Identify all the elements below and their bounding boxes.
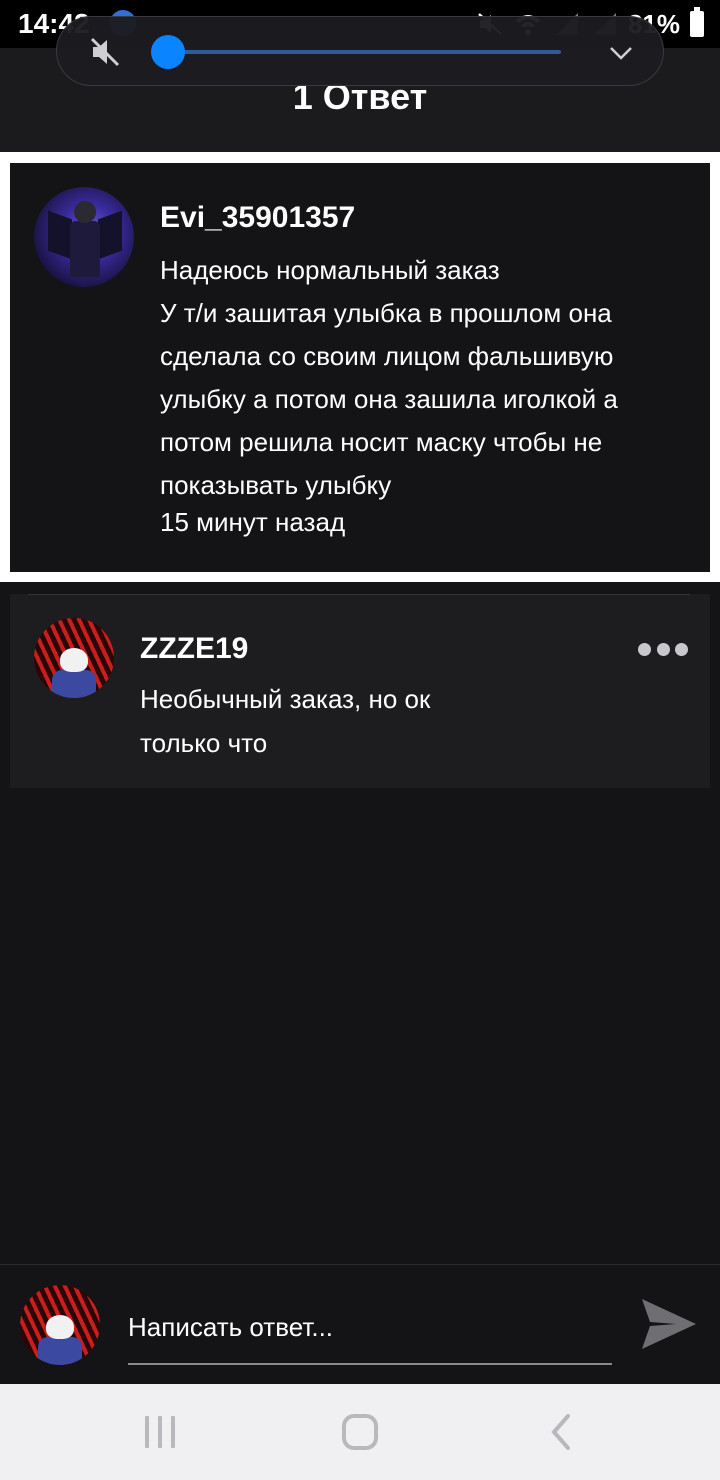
recent-apps-button[interactable]	[140, 1412, 180, 1452]
home-icon[interactable]	[340, 1412, 380, 1452]
system-nav-bar	[0, 1384, 720, 1480]
avatar[interactable]	[34, 187, 134, 287]
reply-composer	[0, 1264, 720, 1385]
comment-author[interactable]: Evi_35901357	[160, 201, 355, 235]
recent-apps-icon[interactable]	[140, 1412, 180, 1452]
reply-text: Необычный заказ, но ок	[140, 684, 431, 714]
comment-line: показывать улыбку	[160, 470, 392, 500]
more-dots-icon[interactable]	[638, 642, 688, 656]
comment-timestamp: 15 минут назад	[160, 507, 346, 537]
reply-input[interactable]	[128, 1305, 612, 1365]
battery-icon	[690, 7, 704, 37]
comment-line: улыбку а потом она зашила иголкой а	[160, 384, 618, 414]
volume-slider-track[interactable]	[167, 50, 561, 54]
original-comment: Evi_35901357 Надеюсь нормальный заказ У …	[10, 163, 710, 572]
comment-line: Надеюсь нормальный заказ	[160, 255, 500, 285]
comment-text: Надеюсь нормальный заказ У т/и зашитая у…	[160, 249, 680, 507]
reply-author[interactable]: ZZZE19	[140, 632, 248, 666]
avatar	[20, 1285, 100, 1365]
send-icon[interactable]	[640, 1295, 698, 1353]
speaker-muted-icon[interactable]	[87, 34, 123, 70]
avatar[interactable]	[34, 618, 114, 698]
chevron-down-icon[interactable]	[607, 39, 635, 67]
comment-line: У т/и зашитая улыбка в прошлом она	[160, 298, 612, 328]
send-button[interactable]	[640, 1295, 698, 1353]
back-icon[interactable]	[542, 1412, 582, 1452]
volume-slider-thumb[interactable]	[151, 35, 185, 69]
reply-timestamp: только что	[140, 728, 268, 758]
home-button[interactable]	[340, 1412, 380, 1452]
reply-item: ZZZE19 Необычный заказ, но ок только что	[10, 594, 710, 788]
comment-line: сделала со своим лицом фальшивую	[160, 341, 614, 371]
back-button[interactable]	[542, 1412, 582, 1452]
comment-line: потом решила носит маску чтобы не	[160, 427, 603, 457]
volume-panel[interactable]	[56, 16, 664, 86]
